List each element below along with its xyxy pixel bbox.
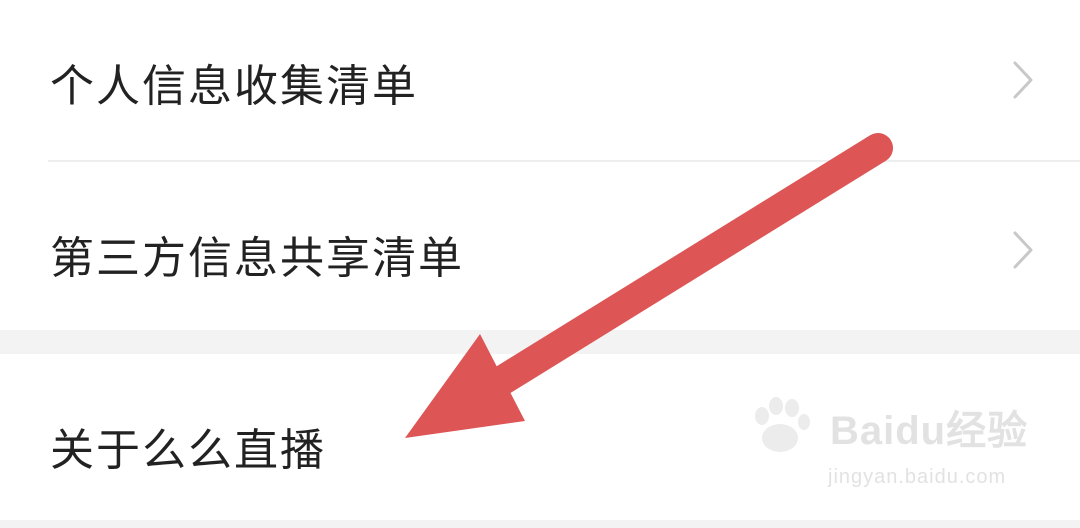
arrow-annotation-icon [405, 133, 893, 438]
